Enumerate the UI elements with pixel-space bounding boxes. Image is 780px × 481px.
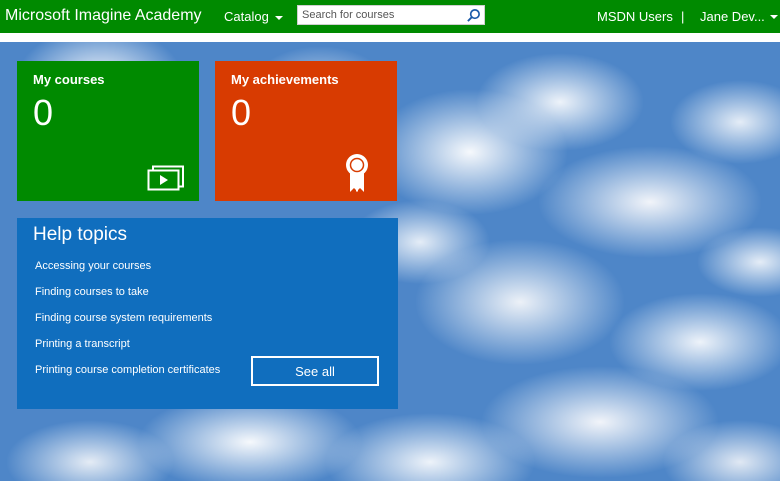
- award-ribbon-icon: [346, 154, 368, 192]
- my-courses-tile[interactable]: My courses 0: [17, 61, 199, 201]
- chevron-down-icon: [274, 15, 283, 20]
- brand-title[interactable]: Microsoft Imagine Academy: [5, 7, 202, 25]
- help-topics-title: Help topics: [33, 224, 127, 245]
- video-player-icon: [147, 165, 184, 191]
- nav-separator: |: [681, 9, 685, 24]
- my-achievements-title: My achievements: [231, 72, 339, 87]
- help-link-accessing-courses[interactable]: Accessing your courses: [35, 260, 151, 272]
- catalog-label: Catalog: [224, 9, 269, 24]
- help-link-printing-transcript[interactable]: Printing a transcript: [35, 338, 130, 350]
- see-all-button[interactable]: See all: [251, 356, 379, 386]
- help-link-finding-courses[interactable]: Finding courses to take: [35, 286, 149, 298]
- my-achievements-tile[interactable]: My achievements 0: [215, 61, 397, 201]
- my-courses-title: My courses: [33, 72, 105, 87]
- my-achievements-count: 0: [231, 92, 252, 133]
- my-courses-count: 0: [33, 92, 54, 133]
- org-link[interactable]: MSDN Users: [597, 9, 673, 24]
- help-link-system-requirements[interactable]: Finding course system requirements: [35, 312, 212, 324]
- top-nav-bar: Microsoft Imagine Academy Catalog MSDN U…: [0, 0, 780, 33]
- catalog-menu[interactable]: Catalog: [224, 9, 283, 24]
- help-link-printing-certificates[interactable]: Printing course completion certificates: [35, 364, 220, 376]
- user-chevron-down-icon[interactable]: [770, 15, 778, 19]
- search-icon[interactable]: [466, 8, 481, 23]
- search-input[interactable]: [300, 7, 462, 23]
- user-menu[interactable]: Jane Dev...: [700, 9, 765, 24]
- search-box: [297, 5, 485, 25]
- help-topics-panel: Help topics Accessing your courses Findi…: [17, 218, 398, 409]
